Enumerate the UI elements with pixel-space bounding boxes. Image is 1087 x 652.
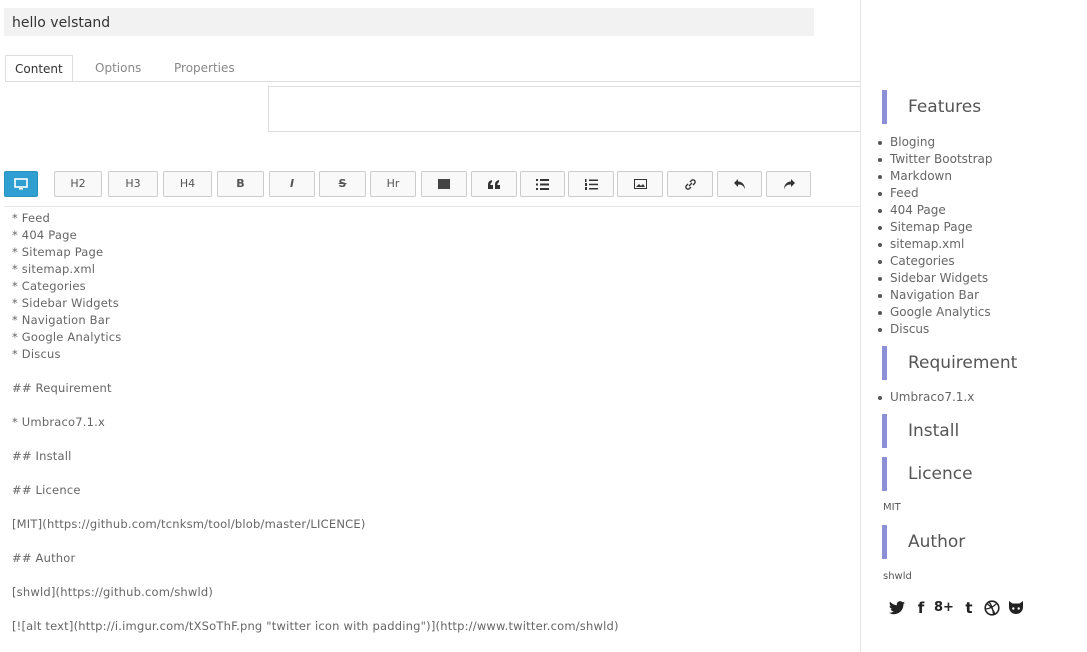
ordered-list-button[interactable] — [568, 171, 614, 197]
tab-options[interactable]: Options — [86, 55, 150, 82]
md-line: [shwld](https://github.com/shwld) — [12, 585, 214, 599]
md-line: * Google Analytics — [12, 330, 122, 344]
md-line: * Navigation Bar — [12, 313, 110, 327]
md-line: * Feed — [12, 211, 51, 225]
blockquote-button[interactable] — [471, 171, 517, 197]
preview-toggle-button[interactable] — [4, 171, 38, 197]
tabs-divider — [5, 81, 860, 82]
twitter-icon[interactable] — [887, 598, 907, 618]
list-icon — [536, 178, 549, 190]
list-item: Feed — [878, 186, 919, 200]
md-line: ## Licence — [12, 483, 81, 497]
requirement-heading: Requirement — [882, 346, 1017, 380]
tumblr-icon[interactable]: t — [959, 598, 979, 618]
list-item: Google Analytics — [878, 305, 991, 319]
description-field[interactable] — [268, 86, 860, 132]
md-line: * Discus — [12, 347, 61, 361]
list-item: Markdown — [878, 169, 952, 183]
md-line: [MIT](https://github.com/tcnksm/tool/blo… — [12, 517, 366, 531]
md-line: * sitemap.xml — [12, 262, 96, 276]
code-block-icon — [438, 179, 450, 189]
link-button[interactable] — [667, 171, 713, 197]
tab-properties[interactable]: Properties — [165, 55, 244, 82]
md-line: * Sidebar Widgets — [12, 296, 119, 310]
md-line: ## Author — [12, 551, 76, 565]
pane-divider — [860, 0, 861, 652]
unordered-list-button[interactable] — [520, 171, 565, 197]
md-line: * Umbraco7.1.x — [12, 415, 106, 429]
list-item: Sitemap Page — [878, 220, 973, 234]
hr-button[interactable]: Hr — [370, 171, 416, 197]
link-icon — [684, 178, 696, 190]
licence-text: MIT — [883, 502, 901, 513]
author-text: shwld — [883, 571, 912, 582]
list-item: Sidebar Widgets — [878, 271, 988, 285]
image-icon — [633, 179, 647, 189]
md-line: ## Install — [12, 449, 72, 463]
list-item: Twitter Bootstrap — [878, 152, 993, 166]
list-item: Discus — [878, 322, 929, 336]
quote-icon — [488, 179, 500, 189]
list-item: Bloging — [878, 135, 935, 149]
licence-heading: Licence — [882, 457, 973, 491]
redo-button[interactable] — [766, 171, 811, 197]
md-line: [![alt text](http://i.imgur.com/tXSoThF.… — [12, 619, 619, 633]
google-plus-icon[interactable]: 8+ — [934, 598, 954, 618]
h3-button[interactable]: H3 — [108, 171, 158, 197]
md-line: * Sitemap Page — [12, 245, 104, 259]
bold-button[interactable]: B — [217, 171, 264, 197]
github-icon[interactable] — [1006, 598, 1026, 618]
install-heading: Install — [882, 414, 959, 448]
code-button[interactable] — [421, 171, 467, 197]
image-button[interactable] — [617, 171, 663, 197]
list-item: Categories — [878, 254, 955, 268]
monitor-icon — [14, 178, 28, 190]
undo-icon — [733, 178, 745, 189]
list-item: Navigation Bar — [878, 288, 979, 302]
md-line: * 404 Page — [12, 228, 77, 242]
facebook-icon[interactable]: f — [911, 598, 931, 618]
h4-button[interactable]: H4 — [163, 171, 212, 197]
markdown-editor[interactable]: * Feed * 404 Page * Sitemap Page * sitem… — [4, 206, 860, 652]
h2-button[interactable]: H2 — [54, 171, 102, 197]
list-item: sitemap.xml — [878, 237, 964, 251]
italic-button[interactable]: I — [269, 171, 315, 197]
features-heading: Features — [882, 90, 981, 124]
undo-button[interactable] — [717, 171, 762, 197]
strikethrough-button[interactable]: S — [319, 171, 366, 197]
tab-content[interactable]: Content — [5, 55, 73, 82]
author-heading: Author — [882, 525, 965, 559]
md-line: ## Requirement — [12, 381, 112, 395]
list-item: Umbraco7.1.x — [878, 390, 974, 404]
md-line: * Categories — [12, 279, 86, 293]
dribbble-icon[interactable] — [982, 598, 1002, 618]
list-item: 404 Page — [878, 203, 946, 217]
redo-icon — [783, 178, 795, 189]
title-input[interactable]: hello velstand — [4, 8, 814, 36]
numbered-list-icon — [584, 178, 598, 190]
